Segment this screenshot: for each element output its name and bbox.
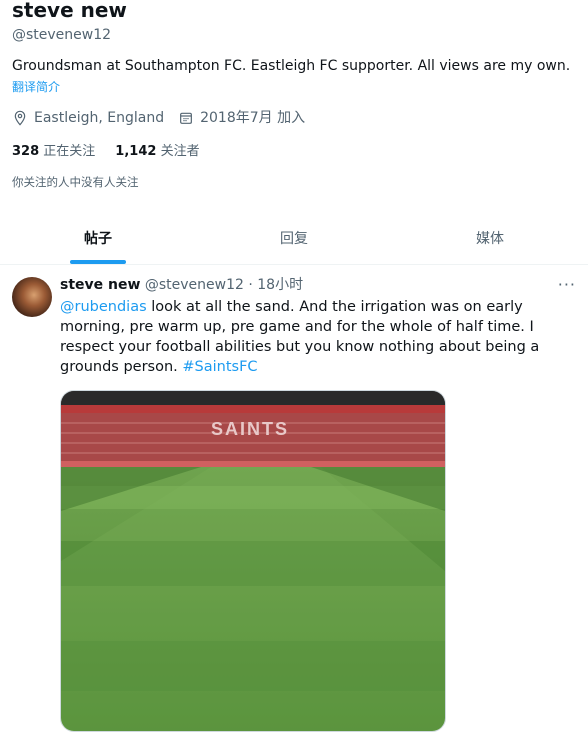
following-label: 正在关注 [43, 144, 96, 159]
tab-replies-label: 回复 [280, 231, 308, 247]
tab-media-label: 媒体 [476, 231, 504, 247]
tab-replies[interactable]: 回复 [196, 212, 392, 264]
tab-posts[interactable]: 帖子 [0, 212, 196, 264]
location-pin-icon [14, 110, 26, 126]
more-options-icon[interactable]: ··· [558, 275, 576, 294]
mention-link[interactable]: @rubendias [60, 299, 147, 315]
following-count: 328 [12, 144, 40, 159]
joined-item: 2018年7月 加入 [178, 108, 305, 128]
tweet-media-image[interactable]: SAINTS [60, 390, 446, 732]
followers-label: 关注者 [160, 144, 200, 159]
stand-lettering: SAINTS [211, 419, 289, 439]
stadium-pitch-image: SAINTS [61, 391, 445, 731]
tab-posts-label: 帖子 [84, 231, 112, 247]
location-item: Eastleigh, England [12, 108, 164, 128]
follow-stats: 328 正在关注 1,142 关注者 [12, 142, 220, 162]
profile-bio: Groundsman at Southampton FC. Eastleigh … [12, 58, 571, 74]
calendar-icon [180, 112, 193, 124]
tweet-author-name[interactable]: steve new [60, 277, 140, 293]
followers-you-know: 你关注的人中没有人关注 [12, 175, 139, 189]
profile-handle: @stevenew12 [12, 27, 112, 43]
profile-display-name: steve new [12, 0, 127, 22]
active-tab-indicator [70, 260, 126, 264]
tweet-header: steve new @stevenew12 · 18小时 [60, 275, 303, 295]
tab-media[interactable]: 媒体 [392, 212, 588, 264]
tweet-text: @rubendias look at all the sand. And the… [60, 297, 570, 377]
joined-text: 2018年7月 加入 [200, 110, 306, 126]
location-text: Eastleigh, England [34, 110, 165, 126]
profile-meta: Eastleigh, England 2018年7月 加入 [12, 108, 319, 128]
avatar[interactable] [12, 277, 52, 317]
translate-bio-link[interactable]: 翻译简介 [12, 78, 60, 96]
hashtag-link[interactable]: #SaintsFC [182, 359, 257, 375]
followers-count: 1,142 [115, 144, 157, 159]
followers-link[interactable]: 1,142 关注者 [115, 142, 199, 162]
tweet[interactable]: steve new @stevenew12 · 18小时 ··· @rubend… [0, 265, 588, 732]
following-link[interactable]: 328 正在关注 [12, 142, 95, 162]
tweet-handle-time: @stevenew12 · 18小时 [144, 277, 304, 293]
profile-tabs: 帖子 回复 媒体 [0, 212, 588, 265]
